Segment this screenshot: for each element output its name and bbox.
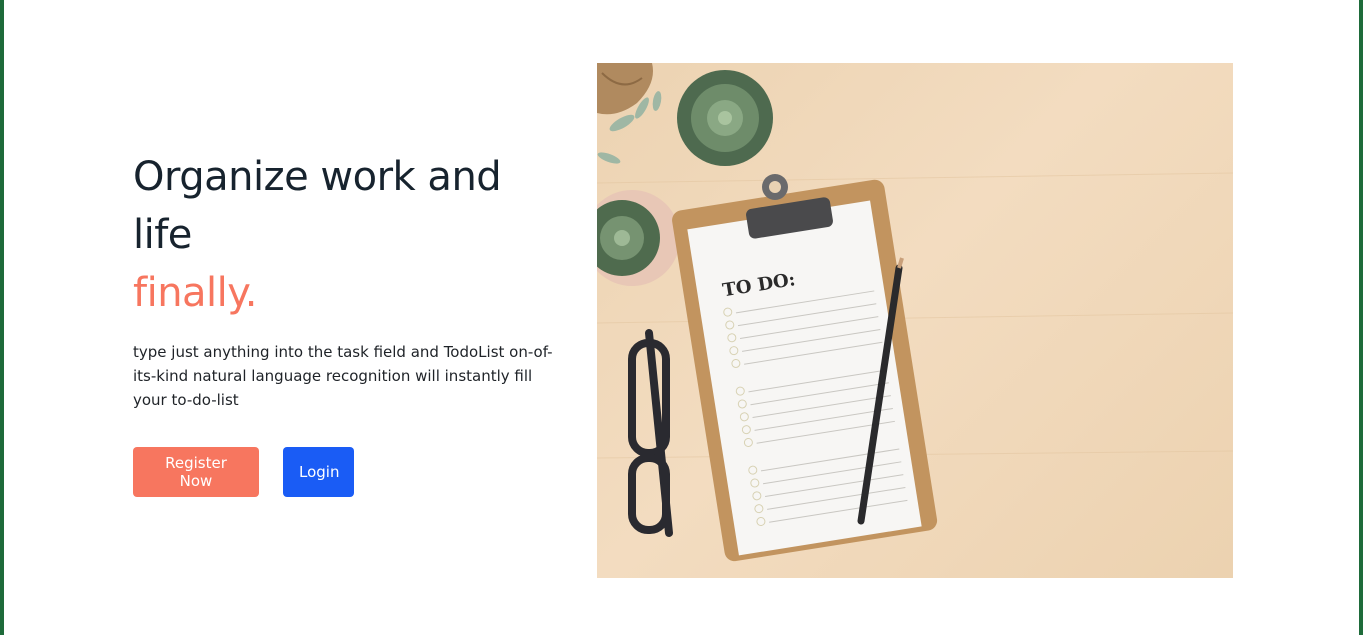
clipboard-icon: TO DO:: [672, 174, 938, 562]
hero-buttons: Register Now Login: [133, 447, 354, 497]
headline-accent: finally.: [133, 270, 257, 316]
potted-succulent-icon: [597, 190, 680, 286]
succulent-icon: [677, 70, 773, 166]
headline-line-2: life: [133, 212, 192, 258]
hero-description: type just anything into the task field a…: [133, 343, 553, 409]
hero-image: TO DO:: [597, 63, 1233, 578]
register-now-button[interactable]: Register Now: [133, 447, 259, 497]
hero-headline: Organize work and life finally.: [133, 148, 573, 322]
clipboard-illustration: TO DO:: [597, 63, 1233, 562]
page-frame: Organize work and life finally. type jus…: [4, 0, 1359, 635]
hero-text: Organize work and life finally. type jus…: [133, 148, 573, 412]
eyeglasses-icon: [628, 329, 673, 537]
headline-line-1: Organize work and: [133, 154, 502, 200]
login-button[interactable]: Login: [283, 447, 354, 497]
